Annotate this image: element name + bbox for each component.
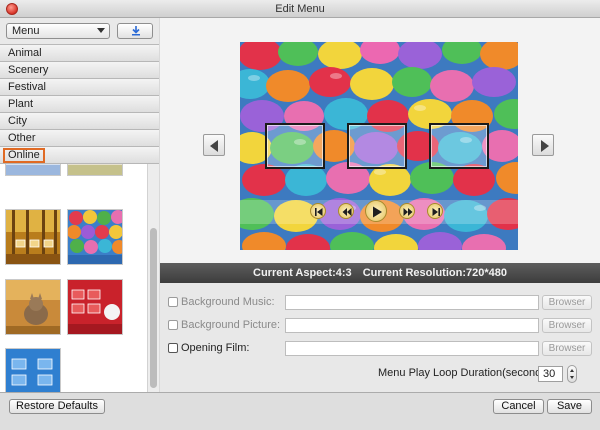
background-music-browse-button[interactable]: Browser [542,295,592,310]
opening-film-browse-button[interactable]: Browser [542,341,592,356]
category-festival[interactable]: Festival [0,79,159,96]
next-button[interactable] [532,134,554,156]
category-plant[interactable]: Plant [0,96,159,113]
loop-duration-label: Menu Play Loop Duration(seconds): [378,367,554,379]
preview-playback-controls [240,200,518,224]
close-button[interactable] [6,3,18,15]
window-title: Edit Menu [275,3,325,15]
thumbnail-red-festive[interactable] [67,279,123,335]
thumbnail-blue-frames[interactable] [5,348,61,392]
stepper-down-icon[interactable] [570,376,574,379]
rewind-icon [342,208,352,216]
background-music-label: Background Music: [181,296,275,308]
cancel-button[interactable]: Cancel [493,399,544,414]
skip-back-button[interactable] [310,203,326,219]
thumbnail-colorful-balls[interactable] [67,209,123,265]
background-music-field[interactable] [285,295,539,310]
background-music-checkbox[interactable] [168,297,178,307]
background-picture-label: Background Picture: [181,319,281,331]
restore-defaults-button[interactable]: Restore Defaults [9,399,105,414]
category-scenery[interactable]: Scenery [0,62,159,79]
category-other[interactable]: Other [0,130,159,147]
category-list: Animal Scenery Festival Plant City Other… [0,45,159,164]
category-city[interactable]: City [0,113,159,130]
play-button[interactable] [365,200,387,222]
play-icon [373,206,382,218]
stepper-up-icon[interactable] [570,369,574,372]
preview-area [160,18,600,263]
opening-film-checkbox[interactable] [168,343,178,353]
current-aspect: Current Aspect:4:3 [253,267,352,279]
chevron-left-icon [210,140,218,152]
background-picture-field[interactable] [285,318,539,333]
opening-film-row: Opening Film: Browser [168,341,598,357]
opening-film-label: Opening Film: [181,342,250,354]
background-picture-row: Background Picture: Browser [168,318,598,334]
sidebar-header: Menu [0,18,159,45]
title-bar: Edit Menu [0,0,600,18]
download-button[interactable] [117,23,153,39]
background-picture-checkbox[interactable] [168,320,178,330]
info-bar: Current Aspect:4:3 Current Resolution:72… [160,263,600,283]
menu-preview [240,42,518,250]
thumbnail-partial-2[interactable] [67,164,123,176]
chevron-right-icon [541,140,549,152]
loop-duration-input[interactable]: 30 [538,366,563,382]
chevron-down-icon [97,28,105,33]
thumbnails-scrollbar[interactable] [147,164,159,392]
thumbnail-autumn-forest[interactable] [5,209,61,265]
category-online[interactable]: Online [0,147,159,164]
save-button[interactable]: Save [547,399,592,414]
background-music-row: Background Music: Browser [168,295,598,311]
settings-panel: Background Music: Browser Background Pic… [160,283,600,392]
skip-forward-button[interactable] [427,203,443,219]
menu-dropdown[interactable]: Menu [6,23,110,39]
menu-frame-1[interactable] [265,123,325,169]
background-picture-browse-button[interactable]: Browser [542,318,592,333]
opening-film-field[interactable] [285,341,539,356]
template-thumbnails [0,164,147,392]
sidebar: Menu Animal Scenery Festival Plant City … [0,18,159,392]
skip-back-icon [315,208,323,216]
rewind-button[interactable] [338,203,354,219]
thumbnail-cat[interactable] [5,279,61,335]
fast-forward-button[interactable] [399,203,415,219]
menu-frame-2[interactable] [347,123,407,169]
scrollbar-thumb[interactable] [150,228,157,388]
previous-button[interactable] [203,134,225,156]
fast-forward-icon [403,208,413,216]
menu-frame-3[interactable] [429,123,489,169]
menu-dropdown-value: Menu [12,25,40,37]
footer-bar: Restore Defaults Cancel Save [0,392,600,430]
download-icon [132,26,140,36]
category-animal[interactable]: Animal [0,45,159,62]
loop-duration-stepper[interactable] [567,365,577,383]
thumbnail-partial-1[interactable] [5,164,61,176]
skip-forward-icon [432,208,440,216]
current-resolution: Current Resolution:720*480 [362,267,507,279]
